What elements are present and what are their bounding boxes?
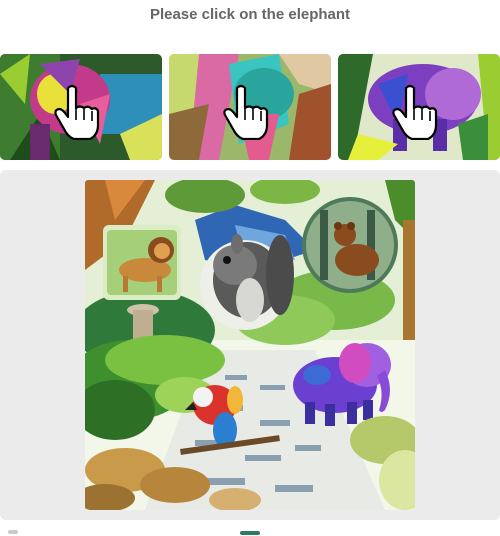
thumbnail-option-3[interactable] (338, 54, 500, 160)
challenge-panel (0, 170, 500, 520)
thumbnail-option-2[interactable] (169, 54, 331, 160)
footer-left-mark (8, 530, 18, 534)
footer-center-mark (240, 531, 260, 535)
captcha-instruction: Please click on the elephant (149, 6, 351, 23)
captcha-challenge: Please click on the elephant (0, 0, 500, 536)
challenge-image[interactable] (85, 180, 415, 510)
thumbnail-option-1[interactable] (0, 54, 162, 160)
jungle-scene-illustration (85, 180, 415, 510)
pointer-hand-icon (392, 84, 438, 140)
pointer-hand-icon (54, 84, 100, 140)
pointer-hand-icon (223, 84, 269, 140)
